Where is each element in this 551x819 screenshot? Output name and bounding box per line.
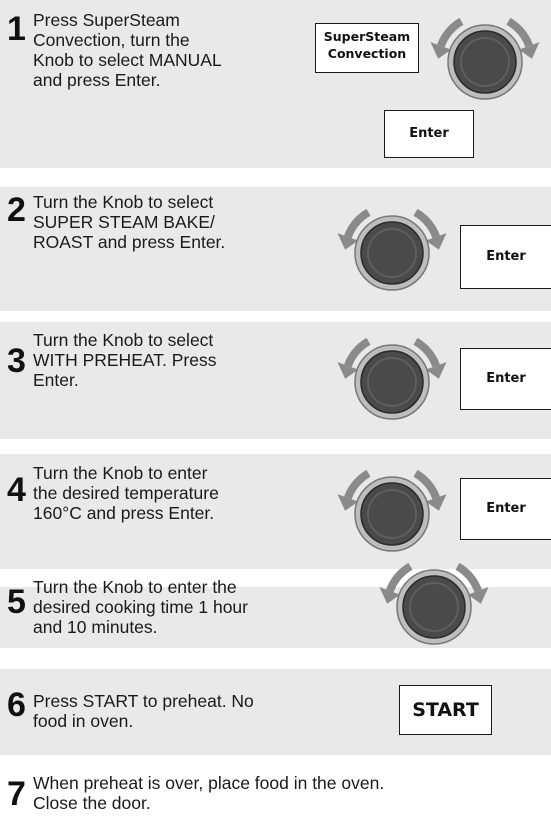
- enter-button-4[interactable]: Enter: [460, 478, 551, 540]
- rotary-knob-graphic: [337, 208, 447, 291]
- start-button[interactable]: START: [399, 685, 492, 735]
- step-2-panel: 2 Turn the Knob to select SUPER STEAM BA…: [0, 187, 551, 311]
- step-1-panel: 1 Press SuperSteam Convection, turn the …: [0, 0, 551, 168]
- step-1-number: 1: [7, 10, 26, 48]
- step-2-number: 2: [7, 191, 26, 229]
- step-3-number: 3: [7, 342, 26, 380]
- step-4-number: 4: [7, 471, 26, 509]
- step-5-number: 5: [7, 583, 26, 621]
- rotary-knob-graphic: [379, 562, 489, 645]
- rotary-knob-icon[interactable]: [322, 460, 462, 560]
- step-6-number: 6: [7, 686, 26, 724]
- step-5-text: Turn the Knob to enter the desired cooki…: [33, 577, 248, 637]
- knob-body: [453, 30, 517, 94]
- enter-button-3[interactable]: Enter: [460, 348, 551, 410]
- supersteam-convection-button[interactable]: SuperSteam Convection: [315, 23, 419, 73]
- step-5-panel: 5 Turn the Knob to enter the desired coo…: [0, 562, 551, 648]
- knob-body: [360, 482, 424, 546]
- rotary-knob-graphic: [337, 337, 447, 420]
- rotary-knob-graphic: [430, 17, 540, 100]
- step-1-text: Press SuperSteam Convection, turn the Kn…: [33, 10, 222, 90]
- rotary-knob-icon[interactable]: [364, 553, 504, 653]
- step-7-text: When preheat is over, place food in the …: [33, 773, 385, 813]
- step-7-number: 7: [7, 775, 26, 813]
- rotary-knob-icon[interactable]: [322, 199, 462, 299]
- step-3-panel: 3 Turn the Knob to select WITH PREHEAT. …: [0, 322, 551, 439]
- rotary-knob-graphic: [337, 469, 447, 552]
- knob-body: [360, 350, 424, 414]
- step-4-panel: 4 Turn the Knob to enter the desired tem…: [0, 454, 551, 569]
- step-6-panel: 6 Press START to preheat. No food in ove…: [0, 669, 551, 755]
- step-6-text: Press START to preheat. No food in oven.: [33, 691, 254, 731]
- rotary-knob-icon[interactable]: [419, 8, 551, 108]
- knob-body: [402, 575, 466, 639]
- enter-button-1[interactable]: Enter: [384, 110, 474, 158]
- step-3-text: Turn the Knob to select WITH PREHEAT. Pr…: [33, 330, 217, 390]
- step-4-text: Turn the Knob to enter the desired tempe…: [33, 463, 219, 523]
- rotary-knob-icon[interactable]: [322, 328, 462, 428]
- enter-button-2[interactable]: Enter: [460, 225, 551, 289]
- knob-body: [360, 221, 424, 285]
- step-2-text: Turn the Knob to select SUPER STEAM BAKE…: [33, 192, 226, 252]
